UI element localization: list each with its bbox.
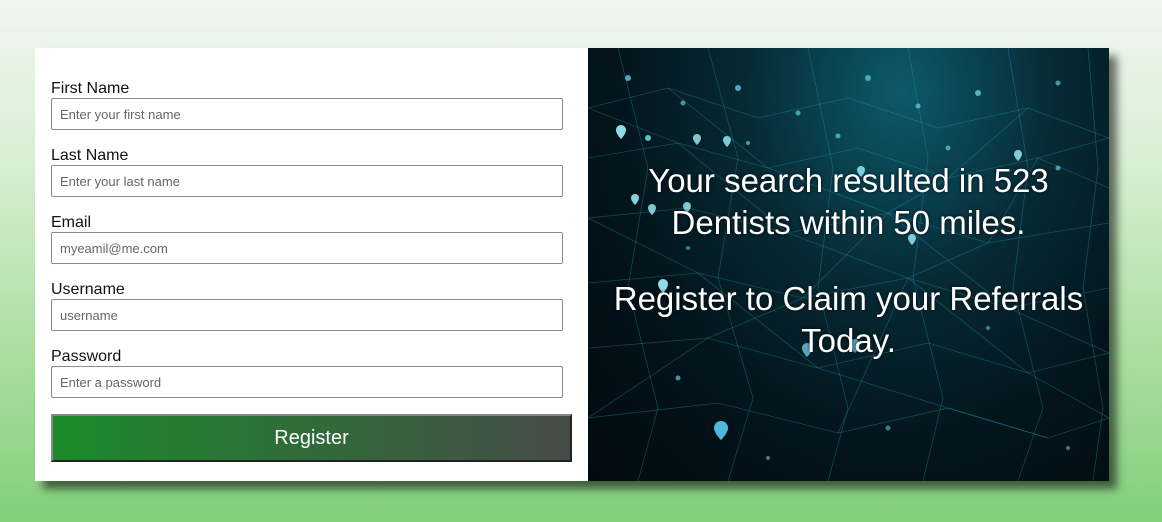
last-name-input[interactable]	[51, 165, 563, 197]
first-name-label: First Name	[51, 80, 130, 97]
first-name-field: First Name	[51, 80, 588, 130]
username-label: Username	[51, 281, 125, 298]
password-field: Password	[51, 348, 588, 398]
username-input[interactable]	[51, 299, 563, 331]
password-label: Password	[51, 348, 122, 365]
last-name-label: Last Name	[51, 147, 129, 164]
register-cta-text: Register to Claim your Referrals Today.	[613, 280, 1084, 359]
registration-card: First Name Last Name Email Username Pass…	[35, 48, 1109, 481]
search-result-text: Your search resulted in 523 Dentists wit…	[648, 162, 1049, 241]
first-name-input[interactable]	[51, 98, 563, 130]
username-field: Username	[51, 281, 588, 331]
password-input[interactable]	[51, 366, 563, 398]
email-input[interactable]	[51, 232, 563, 264]
email-field: Email	[51, 214, 588, 264]
last-name-field: Last Name	[51, 147, 588, 197]
registration-form: First Name Last Name Email Username Pass…	[35, 48, 588, 481]
register-button[interactable]: Register	[51, 414, 572, 462]
hero-panel: Your search resulted in 523 Dentists wit…	[588, 48, 1109, 481]
hero-message: Your search resulted in 523 Dentists wit…	[588, 160, 1109, 362]
email-label: Email	[51, 214, 92, 231]
